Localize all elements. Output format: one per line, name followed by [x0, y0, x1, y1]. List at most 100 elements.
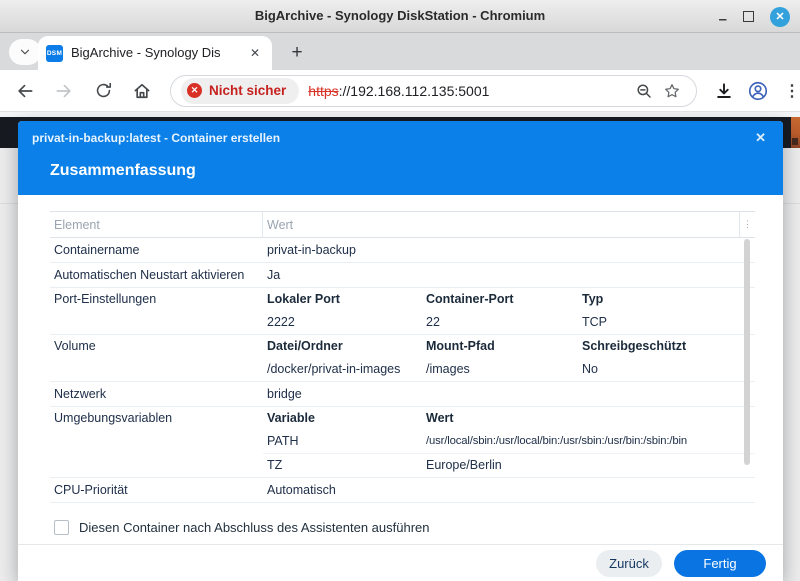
sub-value: TCP	[578, 311, 755, 334]
url-scheme: https	[308, 83, 338, 99]
row-value-area: Ja	[263, 263, 755, 287]
sub-header-line: Datei/OrdnerMount-PfadSchreibgeschützt	[263, 335, 755, 358]
zoom-out-button[interactable]	[630, 77, 658, 105]
sub-header: Container-Port	[422, 288, 578, 311]
address-bar[interactable]: ✕ Nicht sicher https://192.168.112.135:5…	[170, 75, 697, 107]
forward-arrow-icon	[54, 81, 74, 101]
table-scrollbar[interactable]	[744, 239, 750, 465]
row-value-area: Lokaler PortContainer-PortTyp222222TCP	[263, 288, 755, 334]
table-row[interactable]: Netzwerkbridge	[50, 382, 755, 407]
column-header-element[interactable]: Element	[50, 212, 263, 237]
window-title: BigArchive - Synology DiskStation - Chro…	[0, 0, 800, 32]
dialog-title: privat-in-backup:latest - Container erst…	[32, 131, 280, 145]
row-value-area: Automatisch	[263, 478, 755, 502]
row-label: CPU-Priorität	[50, 478, 263, 502]
row-value-text: Ja	[263, 263, 755, 287]
column-menu-icon[interactable]: ⋮	[739, 212, 755, 237]
security-label: Nicht sicher	[209, 83, 286, 98]
table-row[interactable]: UmgebungsvariablenVariableWertPATH/usr/l…	[50, 407, 755, 478]
dialog-step-heading: Zusammenfassung	[50, 162, 196, 180]
sub-header: Lokaler Port	[263, 288, 422, 311]
tab-search-button[interactable]	[9, 39, 41, 65]
reload-icon	[94, 81, 113, 100]
forward-button[interactable]	[47, 74, 81, 108]
row-value-area: bridge	[263, 382, 755, 406]
sub-header: Mount-Pfad	[422, 335, 578, 358]
row-label: Umgebungsvariablen	[50, 407, 263, 477]
row-label: Netzwerk	[50, 382, 263, 406]
tab-title: BigArchive - Synology Dis	[71, 45, 246, 61]
row-label: Automatischen Neustart aktivieren	[50, 263, 263, 287]
browser-menu-button[interactable]: ⋮	[775, 74, 800, 108]
back-button[interactable]	[8, 74, 42, 108]
table-row[interactable]: Port-EinstellungenLokaler PortContainer-…	[50, 288, 755, 335]
browser-toolbar: ✕ Nicht sicher https://192.168.112.135:5…	[0, 70, 800, 112]
window-close-button[interactable]: ✕	[770, 7, 790, 27]
sub-header: Datei/Ordner	[263, 335, 422, 358]
finish-button[interactable]: Fertig	[674, 550, 766, 577]
row-label: Port-Einstellungen	[50, 288, 263, 334]
profile-button[interactable]	[741, 74, 775, 108]
tab-strip: DSM BigArchive - Synology Dis ✕ +	[0, 33, 800, 70]
row-value-area: VariableWertPATH/usr/local/sbin:/usr/loc…	[263, 407, 755, 477]
column-header-wert[interactable]: Wert	[263, 212, 739, 237]
row-value: Ja	[263, 263, 755, 287]
download-button[interactable]	[707, 74, 741, 108]
row-value-area: Datei/OrdnerMount-PfadSchreibgeschützt/d…	[263, 335, 755, 381]
sub-value: Europe/Berlin	[422, 454, 755, 477]
row-value-text: bridge	[263, 382, 755, 406]
window-controls: – ✕	[719, 0, 790, 33]
maximize-button[interactable]	[743, 11, 754, 22]
table-row[interactable]: VolumeDatei/OrdnerMount-PfadSchreibgesch…	[50, 335, 755, 382]
bookmark-button[interactable]	[658, 77, 686, 105]
back-step-button[interactable]: Zurück	[596, 550, 662, 577]
sub-value-line: PATH/usr/local/sbin:/usr/local/bin:/usr/…	[263, 430, 755, 453]
tab-close-icon[interactable]: ✕	[246, 44, 264, 62]
dialog-body: Element Wert ⋮ Containernameprivat-in-ba…	[18, 195, 783, 535]
star-icon	[663, 82, 681, 100]
dialog-footer: Zurück Fertig	[18, 544, 783, 581]
sub-value: 22	[422, 311, 578, 334]
table-row[interactable]: Containernameprivat-in-backup	[50, 238, 755, 263]
home-button[interactable]	[125, 74, 159, 108]
dsm-favicon-icon: DSM	[46, 45, 63, 62]
checkbox-label: Diesen Container nach Abschluss des Assi…	[79, 520, 430, 535]
row-value-text: privat-in-backup	[263, 238, 755, 262]
not-secure-icon: ✕	[187, 83, 202, 98]
home-icon	[132, 81, 152, 101]
table-row[interactable]: Automatischen Neustart aktivierenJa	[50, 263, 755, 288]
page-viewport: privat-in-backup:latest - Container erst…	[0, 112, 800, 581]
sub-value: PATH	[263, 430, 422, 453]
browser-tab[interactable]: DSM BigArchive - Synology Dis ✕	[38, 36, 272, 70]
dialog-close-button[interactable]: ✕	[751, 128, 770, 148]
sub-header: Wert	[422, 407, 755, 430]
row-value: privat-in-backup	[263, 238, 755, 262]
back-arrow-icon	[15, 81, 35, 101]
url-text[interactable]: https://192.168.112.135:5001	[308, 83, 489, 99]
sub-value: 2222	[263, 311, 422, 334]
sub-header-line: Lokaler PortContainer-PortTyp	[263, 288, 755, 311]
sub-value: /usr/local/sbin:/usr/local/bin:/usr/sbin…	[422, 430, 755, 453]
row-value: bridge	[263, 382, 755, 406]
security-chip[interactable]: ✕ Nicht sicher	[181, 78, 299, 104]
minimize-button[interactable]: –	[719, 15, 727, 25]
summary-table: Element Wert ⋮ Containernameprivat-in-ba…	[50, 211, 755, 503]
sub-value: /docker/privat-in-images	[263, 358, 422, 381]
url-rest: ://192.168.112.135:5001	[339, 83, 490, 99]
sub-value: /images	[422, 358, 578, 381]
sub-value-line: TZEurope/Berlin	[263, 453, 755, 477]
new-tab-button[interactable]: +	[284, 40, 310, 66]
table-row[interactable]: CPU-PrioritätAutomatisch	[50, 478, 755, 503]
sub-value-line: 222222TCP	[263, 311, 755, 334]
run-after-wizard-row: Diesen Container nach Abschluss des Assi…	[54, 520, 755, 535]
reload-button[interactable]	[86, 74, 120, 108]
profile-icon	[747, 80, 769, 102]
row-value-text: Automatisch	[263, 478, 755, 502]
desktop-wallpaper-edge	[791, 117, 800, 148]
sub-value-line: /docker/privat-in-images/imagesNo	[263, 358, 755, 381]
sub-value: TZ	[263, 454, 422, 477]
run-after-wizard-checkbox[interactable]	[54, 520, 69, 535]
window-titlebar: BigArchive - Synology DiskStation - Chro…	[0, 0, 800, 33]
sub-header: Schreibgeschützt	[578, 335, 755, 358]
row-label: Containername	[50, 238, 263, 262]
